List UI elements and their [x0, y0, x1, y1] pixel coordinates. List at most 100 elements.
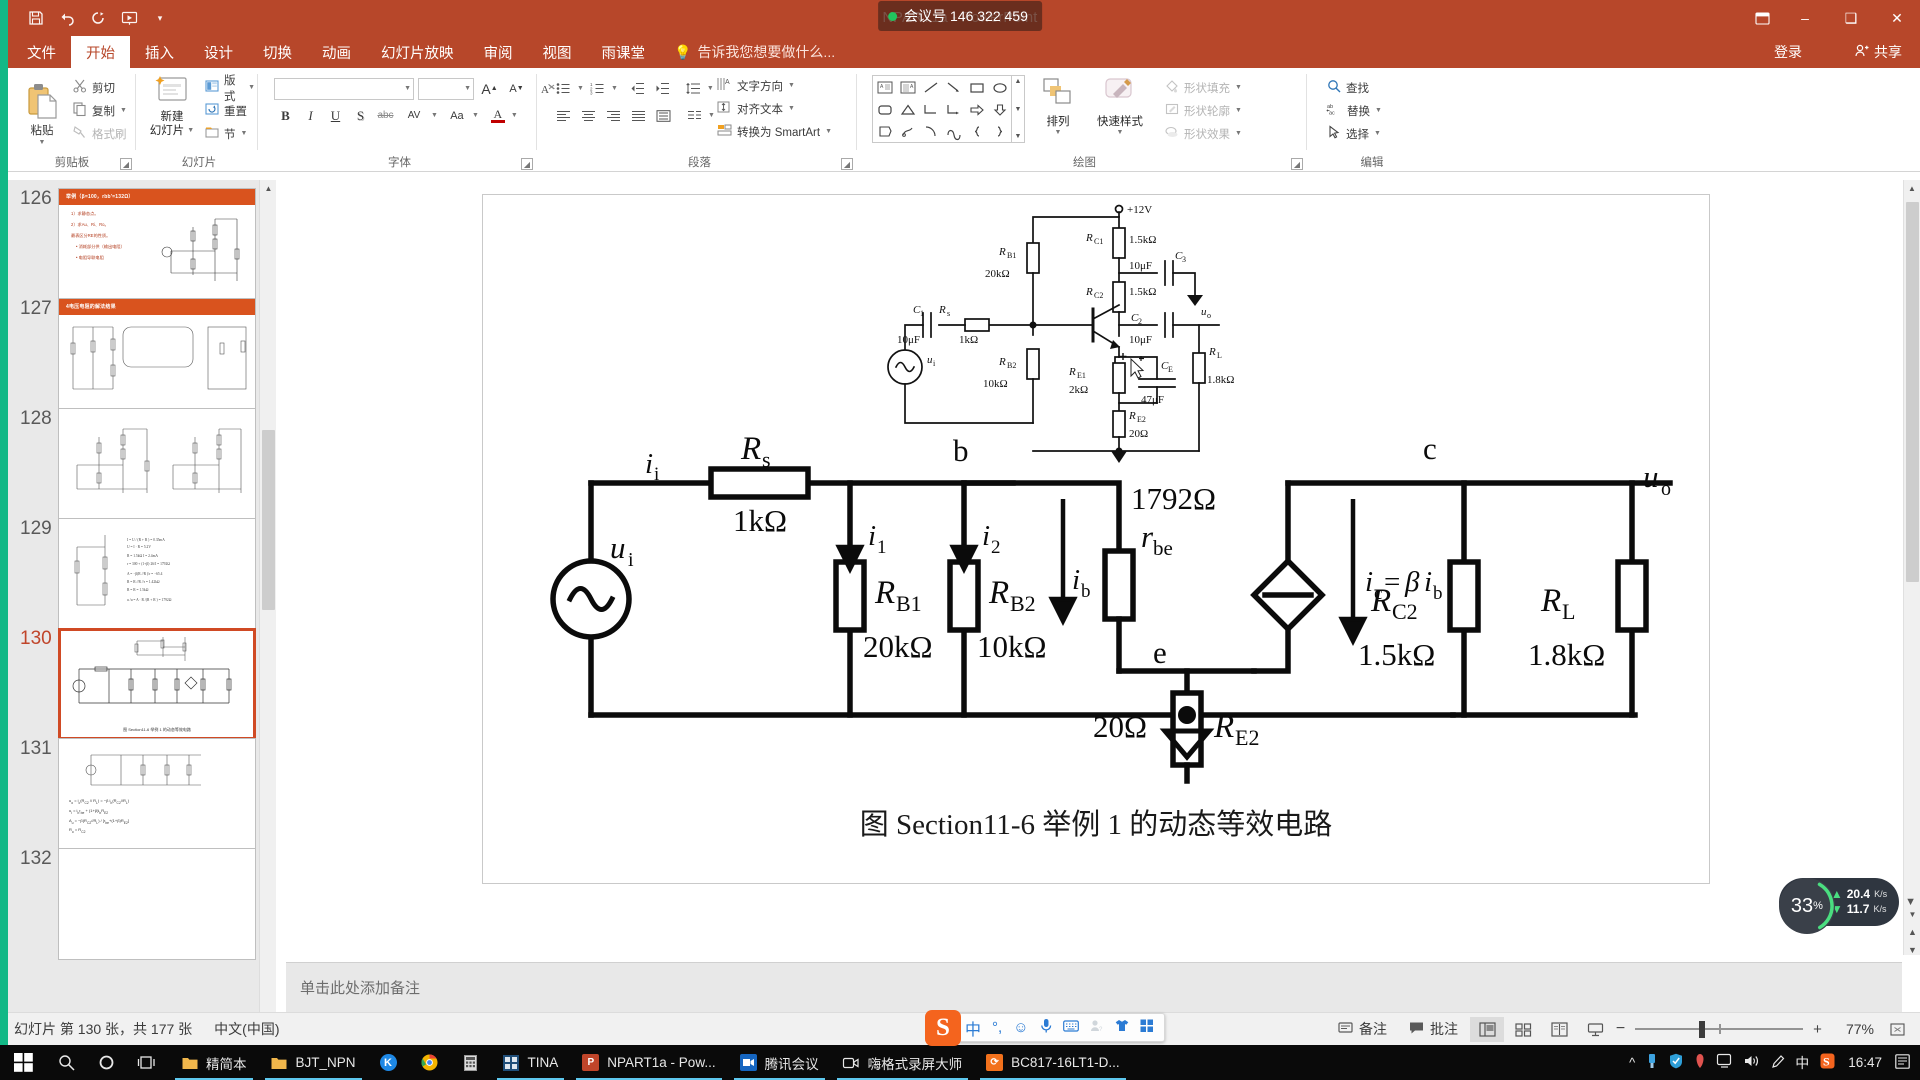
numbering-caret[interactable]: ▼: [611, 85, 618, 92]
decrease-font-size-button[interactable]: A ▼: [505, 77, 528, 100]
cpu-usage-dial[interactable]: 33%: [1778, 878, 1835, 934]
taskbar-item-pdf[interactable]: ⟳ BC817-16LT1-D...: [974, 1045, 1132, 1080]
tab-design[interactable]: 设计: [189, 36, 248, 68]
italic-button[interactable]: I: [299, 104, 322, 127]
quick-styles-button[interactable]: 快速样式 ▼: [1087, 76, 1153, 136]
shape-gallery-more-icon[interactable]: ▼: [1015, 133, 1022, 140]
shape-oval-icon[interactable]: [988, 76, 1011, 98]
change-case-button[interactable]: Aa: [444, 104, 470, 127]
start-icon[interactable]: [0, 1045, 46, 1080]
arrange-button[interactable]: 排列 ▼: [1032, 76, 1084, 136]
canvas-scroll-thumb[interactable]: [1906, 202, 1919, 582]
line-spacing-caret[interactable]: ▼: [707, 85, 714, 92]
ime-keyboard-icon[interactable]: [1062, 1019, 1079, 1036]
tab-file[interactable]: 文件: [12, 36, 71, 68]
font-name-caret[interactable]: ▼: [404, 85, 411, 92]
copy-caret[interactable]: ▼: [120, 107, 127, 114]
decrease-indent-icon[interactable]: [626, 77, 649, 100]
next-slide-button[interactable]: ▼: [1904, 945, 1920, 955]
layout-caret[interactable]: ▼: [248, 84, 255, 91]
maximize-button[interactable]: ❑: [1828, 0, 1874, 36]
tab-animations[interactable]: 动画: [307, 36, 366, 68]
new-slide-button[interactable]: 新建 幻灯片 ▼: [146, 73, 198, 139]
font-color-button[interactable]: A: [487, 104, 509, 127]
ime-skin-icon[interactable]: [1115, 1019, 1129, 1036]
increase-indent-icon[interactable]: [651, 77, 674, 100]
tab-review[interactable]: 审阅: [469, 36, 528, 68]
shape-curve-icon[interactable]: [942, 120, 965, 142]
ime-user-icon[interactable]: ?: [1090, 1019, 1104, 1036]
zoom-slider-handle[interactable]: [1699, 1020, 1705, 1038]
align-text-button[interactable]: 对齐文本 ▼: [714, 97, 835, 120]
thumbnail-slide[interactable]: [58, 408, 256, 520]
slide-thumbnail-pane[interactable]: 126 举例（β=100，rbb'=132Ω） 1）求静态点。 2）求Au、Ri…: [8, 180, 276, 1024]
ime-chinese-indicator[interactable]: 中: [1795, 1053, 1809, 1073]
new-slide-caret[interactable]: ▼: [187, 127, 194, 136]
tab-insert[interactable]: 插入: [130, 36, 189, 68]
ime-mic-icon[interactable]: [1040, 1018, 1052, 1037]
shape-down-arrow-icon[interactable]: [988, 98, 1011, 120]
shield-icon[interactable]: [1669, 1053, 1683, 1072]
columns-icon[interactable]: [683, 104, 706, 127]
shape-scroll-up-icon[interactable]: ▲: [1015, 78, 1022, 85]
taskbar-item-powerpoint[interactable]: P NPART1a - Pow...: [570, 1045, 727, 1080]
shape-effects-button[interactable]: 形状效果 ▼: [1162, 122, 1245, 145]
bullets-caret[interactable]: ▼: [577, 85, 584, 92]
shape-triangle-icon[interactable]: [896, 98, 919, 120]
font-size-input[interactable]: ▼: [418, 77, 474, 100]
thumbnail-slide[interactable]: 4电压电阻的解法结果: [58, 298, 256, 410]
shape-line-icon[interactable]: [919, 76, 942, 98]
thumbnail-127[interactable]: 127 4电压电阻的解法结果: [20, 298, 256, 410]
text-direction-caret[interactable]: ▼: [788, 82, 795, 89]
notes-button[interactable]: 备注: [1328, 1015, 1397, 1043]
tab-transitions[interactable]: 切换: [248, 36, 307, 68]
task-view-icon[interactable]: [126, 1045, 169, 1080]
share-button[interactable]: 共享: [1855, 36, 1902, 68]
ime-apps-icon[interactable]: [1140, 1019, 1154, 1036]
layout-button[interactable]: 版式 ▼: [202, 75, 258, 103]
clipboard-dialog-launcher[interactable]: ◢: [120, 158, 132, 170]
sogou-logo-icon[interactable]: S: [925, 1010, 961, 1046]
taskbar-item-tina[interactable]: TINA: [491, 1045, 571, 1080]
align-text-caret[interactable]: ▼: [788, 105, 795, 112]
tell-me-box[interactable]: 💡 告诉我您想要做什么...: [660, 36, 835, 68]
current-slide[interactable]: +12V R C1 1.5kΩ 10μF C3 R C2 1.5kΩ C2 10μF…: [482, 194, 1710, 884]
replace-button[interactable]: ab ac 替换 ▼: [1324, 99, 1385, 122]
thumbnail-slide[interactable]: 举例（β=100，rbb'=132Ω） 1）求静态点。 2）求Au、Ri、Ro。…: [58, 188, 256, 300]
ime-chinese-mode[interactable]: 中: [965, 1016, 981, 1040]
chevron-up-icon[interactable]: ^: [1629, 1055, 1635, 1070]
search-icon[interactable]: [46, 1045, 87, 1080]
zoom-slider[interactable]: [1635, 1017, 1803, 1042]
tab-home[interactable]: 开始: [71, 36, 130, 68]
shape-outline-button[interactable]: 形状轮廓 ▼: [1162, 99, 1245, 122]
select-button[interactable]: 选择 ▼: [1324, 122, 1385, 145]
copy-button[interactable]: 复制 ▼: [70, 99, 130, 122]
shape-left-brace-icon[interactable]: [965, 120, 988, 142]
cortana-icon[interactable]: [87, 1045, 126, 1080]
increase-font-size-button[interactable]: A ▲: [478, 77, 501, 100]
shape-freeform-icon[interactable]: [896, 120, 919, 142]
shape-textbox-icon[interactable]: A: [873, 76, 896, 98]
bold-button[interactable]: B: [274, 104, 297, 127]
paste-caret[interactable]: ▼: [39, 139, 46, 146]
thumbnail-126[interactable]: 126 举例（β=100，rbb'=132Ω） 1）求静态点。 2）求Au、Ri…: [20, 188, 256, 300]
tab-slideshow[interactable]: 幻灯片放映: [366, 36, 469, 68]
ime-emoji-icon[interactable]: ☺: [1013, 1019, 1028, 1036]
thumbnail-131[interactable]: 131 uo = ic(RC2 // RL) = −β ib(RC2//RL) …: [20, 738, 256, 850]
shape-effects-caret[interactable]: ▼: [1235, 130, 1242, 137]
shape-gallery-grid[interactable]: A A: [872, 75, 1012, 143]
shape-gallery-scrollbar[interactable]: ▲ ▼ ▼: [1012, 75, 1025, 143]
normal-view-icon[interactable]: [1470, 1016, 1504, 1042]
shape-outline-caret[interactable]: ▼: [1235, 107, 1242, 114]
bullets-icon[interactable]: [552, 77, 575, 100]
shape-gallery[interactable]: A A ▲ ▼ ▼: [872, 75, 1025, 143]
thumbnail-scrollbar[interactable]: ▲ ▼: [259, 180, 276, 1024]
thumbnail-slide[interactable]: [58, 848, 256, 960]
character-spacing-button[interactable]: AV: [399, 104, 429, 127]
shape-rounded-rect-icon[interactable]: [873, 98, 896, 120]
pen-icon[interactable]: [1771, 1053, 1785, 1072]
text-shadow-button[interactable]: S: [349, 104, 372, 127]
ime-punctuation-toggle[interactable]: °,: [992, 1019, 1002, 1036]
thumbnail-129[interactable]: 129 I = U / (R + R ) = 0.35mA U = I · R …: [20, 518, 256, 630]
thumbnail-scroll-thumb[interactable]: [262, 430, 275, 610]
